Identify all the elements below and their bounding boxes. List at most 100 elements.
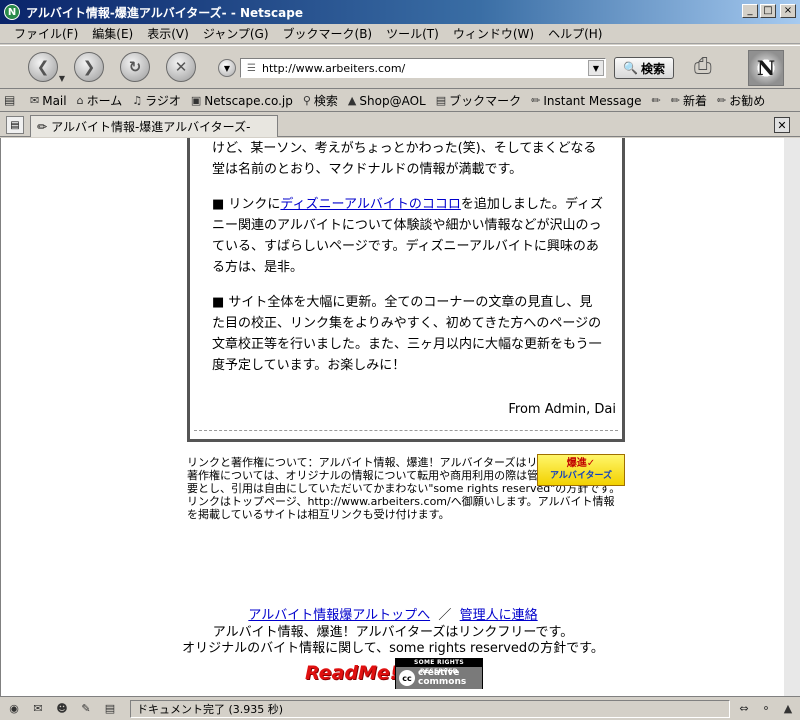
menu-edit[interactable]: 編集(E) <box>92 25 133 42</box>
back-arrow-icon: ❮ <box>36 58 50 76</box>
bookmark-icon: ▤ <box>435 94 447 107</box>
radio-icon: ♫ <box>132 94 143 107</box>
pb-separator-link[interactable]: ✏ <box>652 94 661 107</box>
status-right-icons: ⇔ ⚬ ▲ <box>736 700 796 716</box>
pb-mail-label: Mail <box>42 93 67 108</box>
security-icon[interactable]: ⚬ <box>758 700 774 716</box>
new-tab-icon[interactable]: ▤ <box>6 116 24 134</box>
news-paragraph-1: けど、某ーソン、考えがちょっとかわった(笑)、そしてまくどなる堂は名前のとおり、… <box>212 141 597 177</box>
url-go-button[interactable]: ▼ <box>218 59 236 77</box>
mail-icon: ✉ <box>30 94 40 107</box>
reload-icon: ↻ <box>128 58 142 76</box>
cc-text: creative commons <box>418 669 466 687</box>
cc-bottom: cc creative commons <box>396 667 482 689</box>
disney-link[interactable]: ディズニーアルバイトのココロ <box>280 197 460 212</box>
tab-bar: ▤ ✏ アルバイト情報-爆進アルバイターズ- ✕ <box>0 113 800 137</box>
aim-icon[interactable]: ☻ <box>54 701 70 717</box>
pb-radio[interactable]: ♫ ラジオ <box>132 92 181 109</box>
personal-toolbar: ▤ ✉ Mail ⌂ ホーム ♫ ラジオ ▣ Netscape.co.jp ⚲ 検索 ▲ S… <box>0 90 800 112</box>
pb-im[interactable]: ✏ Instant Message <box>531 94 641 108</box>
pb-home[interactable]: ⌂ ホーム <box>77 92 123 109</box>
toolbar-grip-icon[interactable]: ▤ <box>4 93 26 109</box>
tab-label: アルバイト情報-爆進アルバイターズ- <box>51 120 251 134</box>
tab-arbeiters[interactable]: ✏ アルバイト情報-爆進アルバイターズ- <box>30 115 278 137</box>
pb-shop[interactable]: ▲ Shop@AOL <box>348 94 426 108</box>
cc-text-line-2: commons <box>418 677 467 687</box>
navigator-icon[interactable]: ◉ <box>6 701 22 717</box>
readme-logo[interactable]: ReadMe! <box>305 662 398 686</box>
vertical-scrollbar[interactable] <box>784 138 800 696</box>
composer-icon[interactable]: ✎ <box>78 701 94 717</box>
news-paragraph-2: ■ リンクにディズニーアルバイトのココロを追加しました。ディズニー関連のアルバイ… <box>212 194 604 278</box>
news-paragraph-2-prefix: ■ リンクに <box>212 197 281 212</box>
search-button[interactable]: 🔍 検索 <box>614 57 674 79</box>
window-title: アルバイト情報-爆進アルバイターズ- - Netscape <box>26 5 303 20</box>
print-icon[interactable]: ⎙ <box>694 54 730 82</box>
pb-bookmark-label: ブックマーク <box>449 94 522 108</box>
home-icon: ⌂ <box>76 94 84 107</box>
pb-recommend[interactable]: ✏ お勧め <box>717 92 765 109</box>
cc-logo-icon: cc <box>399 670 415 686</box>
pb-new-label: 新着 <box>682 94 707 108</box>
title-bar: N アルバイト情報-爆進アルバイターズ- - Netscape _ □ × <box>0 0 800 24</box>
pb-new[interactable]: ✏ 新着 <box>671 92 707 109</box>
lock-icon[interactable]: ▲ <box>780 700 796 716</box>
pb-bookmark[interactable]: ▤ ブックマーク <box>436 92 521 109</box>
pb-search[interactable]: ⚲ 検索 <box>303 92 338 109</box>
new-icon: ✏ <box>670 94 680 107</box>
mail-status-icon[interactable]: ✉ <box>30 701 46 717</box>
pb-im-label: Instant Message <box>543 93 642 108</box>
footer-line-2: オリジナルのバイト情報に関して、some rights reservedの方針で… <box>182 641 604 656</box>
stop-button[interactable]: ✕ <box>166 52 196 82</box>
link-icon: ✏ <box>651 94 661 107</box>
forward-button[interactable]: ❯ <box>74 52 104 82</box>
close-window-button[interactable]: × <box>780 4 796 18</box>
reload-button[interactable]: ↻ <box>120 52 150 82</box>
search-button-label: 検索 <box>640 61 665 76</box>
maximize-button[interactable]: □ <box>760 4 776 18</box>
admin-signature: From Admin, Dai <box>508 402 616 417</box>
shop-icon: ▲ <box>347 94 357 107</box>
menu-file[interactable]: ファイル(F) <box>14 25 78 42</box>
status-text: ドキュメント完了 (3.935 秒) <box>130 699 730 718</box>
netscape-app-icon: N <box>4 4 20 20</box>
url-dropdown-icon[interactable]: ▼ <box>588 60 604 76</box>
url-bar[interactable]: ☰ http://www.arbeiters.com/ ▼ <box>240 58 606 78</box>
pb-netscape[interactable]: ▣ Netscape.co.jp <box>191 94 293 108</box>
contact-admin-link[interactable]: 管理人に連絡 <box>460 608 538 623</box>
close-tab-button[interactable]: ✕ <box>774 117 790 133</box>
online-status-icon[interactable]: ⇔ <box>736 700 752 716</box>
creative-commons-badge[interactable]: SOME RIGHTS RESERVED cc creative commons <box>395 658 483 689</box>
pb-shop-label: Shop@AOL <box>359 93 426 108</box>
cc-top-text: SOME RIGHTS RESERVED <box>413 659 465 675</box>
bakushin-banner[interactable]: 爆進✓ アルバイターズ <box>537 454 625 486</box>
stop-icon: ✕ <box>174 58 188 76</box>
menu-help[interactable]: ヘルプ(H) <box>548 25 602 42</box>
menu-window[interactable]: ウィンドウ(W) <box>453 25 534 42</box>
menu-go[interactable]: ジャンプ(G) <box>203 25 269 42</box>
pb-mail[interactable]: ✉ Mail <box>30 94 67 108</box>
menu-bookmarks[interactable]: ブックマーク(B) <box>283 25 373 42</box>
im-icon: ✏ <box>531 94 541 107</box>
status-bar: ◉ ✉ ☻ ✎ ▤ ドキュメント完了 (3.935 秒) ⇔ ⚬ ▲ <box>0 696 800 720</box>
page-icon: ✏ <box>37 119 48 134</box>
minimize-button[interactable]: _ <box>742 4 758 18</box>
recommend-icon: ✏ <box>716 94 727 107</box>
back-dropdown-icon[interactable]: ▼ <box>59 74 65 83</box>
magnifier-icon: 🔍 <box>623 61 638 75</box>
netscape-logo[interactable]: N <box>748 50 784 86</box>
top-page-link[interactable]: アルバイト情報爆アルトップへ <box>248 608 430 623</box>
address-book-icon[interactable]: ▤ <box>102 701 118 717</box>
menu-view[interactable]: 表示(V) <box>147 25 189 42</box>
menu-tools[interactable]: ツール(T) <box>386 25 439 42</box>
forward-arrow-icon: ❯ <box>82 58 96 76</box>
footer-line-1: アルバイト情報、爆進！アルバイターズはリンクフリーです。 <box>212 625 574 640</box>
footer-separator: ／ <box>438 608 452 623</box>
back-button[interactable]: ❮ ▼ <box>28 52 65 83</box>
chevron-down-icon: ▼ <box>223 63 231 73</box>
page-content: けど、某ーソン、考えがちょっとかわった(笑)、そしてまくどなる堂は名前のとおり、… <box>0 138 784 696</box>
url-input[interactable]: http://www.arbeiters.com/ <box>262 62 588 75</box>
search-icon: ⚲ <box>302 94 311 107</box>
netscape-icon: ▣ <box>190 94 202 107</box>
menu-bar: ファイル(F) 編集(E) 表示(V) ジャンプ(G) ブックマーク(B) ツー… <box>0 24 800 44</box>
